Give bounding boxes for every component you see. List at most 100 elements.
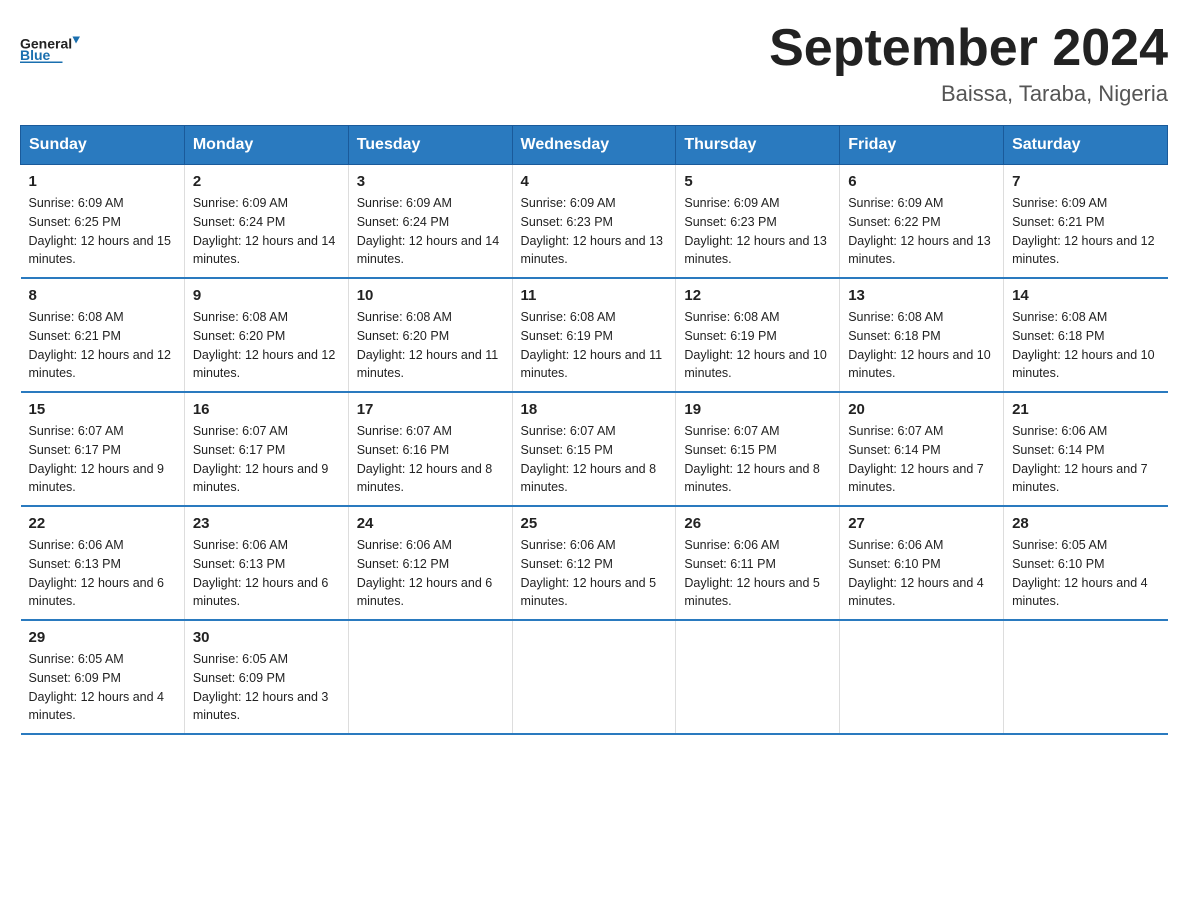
daylight-label: Daylight: 12 hours and 13 minutes.	[684, 234, 826, 267]
day-info: Sunrise: 6:06 AM Sunset: 6:13 PM Dayligh…	[29, 536, 176, 611]
logo: General Blue	[20, 20, 80, 75]
day-info: Sunrise: 6:07 AM Sunset: 6:15 PM Dayligh…	[684, 422, 831, 497]
calendar-cell: 3 Sunrise: 6:09 AM Sunset: 6:24 PM Dayli…	[348, 165, 512, 279]
daylight-label: Daylight: 12 hours and 10 minutes.	[684, 348, 826, 381]
daylight-label: Daylight: 12 hours and 12 minutes.	[29, 348, 171, 381]
calendar-week-1: 1 Sunrise: 6:09 AM Sunset: 6:25 PM Dayli…	[21, 165, 1168, 279]
col-friday: Friday	[840, 126, 1004, 165]
sunset-label: Sunset: 6:10 PM	[848, 557, 940, 571]
calendar-cell	[676, 620, 840, 734]
sunset-label: Sunset: 6:09 PM	[29, 671, 121, 685]
calendar-cell: 15 Sunrise: 6:07 AM Sunset: 6:17 PM Dayl…	[21, 392, 185, 506]
calendar-cell: 18 Sunrise: 6:07 AM Sunset: 6:15 PM Dayl…	[512, 392, 676, 506]
sunrise-label: Sunrise: 6:09 AM	[1012, 196, 1107, 210]
calendar-week-3: 15 Sunrise: 6:07 AM Sunset: 6:17 PM Dayl…	[21, 392, 1168, 506]
col-thursday: Thursday	[676, 126, 840, 165]
daylight-label: Daylight: 12 hours and 6 minutes.	[29, 576, 165, 609]
sunset-label: Sunset: 6:18 PM	[1012, 329, 1104, 343]
calendar-cell: 24 Sunrise: 6:06 AM Sunset: 6:12 PM Dayl…	[348, 506, 512, 620]
day-info: Sunrise: 6:07 AM Sunset: 6:15 PM Dayligh…	[521, 422, 668, 497]
calendar-cell: 22 Sunrise: 6:06 AM Sunset: 6:13 PM Dayl…	[21, 506, 185, 620]
sunset-label: Sunset: 6:25 PM	[29, 215, 121, 229]
sunrise-label: Sunrise: 6:05 AM	[193, 652, 288, 666]
sunrise-label: Sunrise: 6:07 AM	[193, 424, 288, 438]
page-header: General Blue September 2024 Baissa, Tara…	[20, 20, 1168, 107]
day-number: 20	[848, 401, 995, 418]
day-info: Sunrise: 6:05 AM Sunset: 6:09 PM Dayligh…	[193, 650, 340, 725]
day-number: 17	[357, 401, 504, 418]
sunset-label: Sunset: 6:13 PM	[193, 557, 285, 571]
sunrise-label: Sunrise: 6:07 AM	[29, 424, 124, 438]
day-number: 5	[684, 173, 831, 190]
day-info: Sunrise: 6:09 AM Sunset: 6:24 PM Dayligh…	[193, 194, 340, 269]
sunset-label: Sunset: 6:23 PM	[521, 215, 613, 229]
daylight-label: Daylight: 12 hours and 4 minutes.	[29, 690, 165, 723]
day-info: Sunrise: 6:07 AM Sunset: 6:17 PM Dayligh…	[29, 422, 176, 497]
day-number: 9	[193, 287, 340, 304]
calendar-cell: 4 Sunrise: 6:09 AM Sunset: 6:23 PM Dayli…	[512, 165, 676, 279]
sunrise-label: Sunrise: 6:08 AM	[193, 310, 288, 324]
calendar-cell: 20 Sunrise: 6:07 AM Sunset: 6:14 PM Dayl…	[840, 392, 1004, 506]
daylight-label: Daylight: 12 hours and 11 minutes.	[357, 348, 499, 381]
calendar-header-row: Sunday Monday Tuesday Wednesday Thursday…	[21, 126, 1168, 165]
sunset-label: Sunset: 6:24 PM	[357, 215, 449, 229]
page-title: September 2024	[769, 20, 1168, 77]
sunrise-label: Sunrise: 6:09 AM	[193, 196, 288, 210]
sunrise-label: Sunrise: 6:05 AM	[29, 652, 124, 666]
day-number: 26	[684, 515, 831, 532]
sunrise-label: Sunrise: 6:08 AM	[848, 310, 943, 324]
day-number: 16	[193, 401, 340, 418]
day-info: Sunrise: 6:06 AM Sunset: 6:13 PM Dayligh…	[193, 536, 340, 611]
day-number: 11	[521, 287, 668, 304]
calendar-cell: 19 Sunrise: 6:07 AM Sunset: 6:15 PM Dayl…	[676, 392, 840, 506]
day-info: Sunrise: 6:08 AM Sunset: 6:20 PM Dayligh…	[193, 308, 340, 383]
sunrise-label: Sunrise: 6:09 AM	[684, 196, 779, 210]
daylight-label: Daylight: 12 hours and 8 minutes.	[357, 462, 493, 495]
day-info: Sunrise: 6:08 AM Sunset: 6:18 PM Dayligh…	[1012, 308, 1159, 383]
day-number: 27	[848, 515, 995, 532]
calendar-cell: 30 Sunrise: 6:05 AM Sunset: 6:09 PM Dayl…	[184, 620, 348, 734]
sunrise-label: Sunrise: 6:08 AM	[521, 310, 616, 324]
daylight-label: Daylight: 12 hours and 5 minutes.	[521, 576, 657, 609]
day-info: Sunrise: 6:09 AM Sunset: 6:23 PM Dayligh…	[684, 194, 831, 269]
calendar-cell: 27 Sunrise: 6:06 AM Sunset: 6:10 PM Dayl…	[840, 506, 1004, 620]
col-saturday: Saturday	[1004, 126, 1168, 165]
daylight-label: Daylight: 12 hours and 12 minutes.	[1012, 234, 1154, 267]
sunset-label: Sunset: 6:16 PM	[357, 443, 449, 457]
day-number: 19	[684, 401, 831, 418]
sunrise-label: Sunrise: 6:05 AM	[1012, 538, 1107, 552]
sunset-label: Sunset: 6:10 PM	[1012, 557, 1104, 571]
calendar-cell: 23 Sunrise: 6:06 AM Sunset: 6:13 PM Dayl…	[184, 506, 348, 620]
sunrise-label: Sunrise: 6:09 AM	[357, 196, 452, 210]
daylight-label: Daylight: 12 hours and 10 minutes.	[1012, 348, 1154, 381]
col-monday: Monday	[184, 126, 348, 165]
daylight-label: Daylight: 12 hours and 8 minutes.	[684, 462, 820, 495]
sunset-label: Sunset: 6:12 PM	[357, 557, 449, 571]
sunrise-label: Sunrise: 6:08 AM	[357, 310, 452, 324]
day-number: 4	[521, 173, 668, 190]
day-number: 30	[193, 629, 340, 646]
sunrise-label: Sunrise: 6:06 AM	[357, 538, 452, 552]
col-wednesday: Wednesday	[512, 126, 676, 165]
day-number: 8	[29, 287, 176, 304]
sunrise-label: Sunrise: 6:06 AM	[1012, 424, 1107, 438]
sunset-label: Sunset: 6:24 PM	[193, 215, 285, 229]
calendar-cell: 2 Sunrise: 6:09 AM Sunset: 6:24 PM Dayli…	[184, 165, 348, 279]
calendar-cell: 5 Sunrise: 6:09 AM Sunset: 6:23 PM Dayli…	[676, 165, 840, 279]
calendar-cell: 9 Sunrise: 6:08 AM Sunset: 6:20 PM Dayli…	[184, 278, 348, 392]
page-subtitle: Baissa, Taraba, Nigeria	[769, 81, 1168, 107]
calendar-week-5: 29 Sunrise: 6:05 AM Sunset: 6:09 PM Dayl…	[21, 620, 1168, 734]
day-info: Sunrise: 6:08 AM Sunset: 6:19 PM Dayligh…	[684, 308, 831, 383]
day-info: Sunrise: 6:08 AM Sunset: 6:18 PM Dayligh…	[848, 308, 995, 383]
calendar-cell: 16 Sunrise: 6:07 AM Sunset: 6:17 PM Dayl…	[184, 392, 348, 506]
sunrise-label: Sunrise: 6:08 AM	[1012, 310, 1107, 324]
calendar-cell	[1004, 620, 1168, 734]
daylight-label: Daylight: 12 hours and 4 minutes.	[1012, 576, 1148, 609]
sunrise-label: Sunrise: 6:06 AM	[684, 538, 779, 552]
calendar-cell: 25 Sunrise: 6:06 AM Sunset: 6:12 PM Dayl…	[512, 506, 676, 620]
sunset-label: Sunset: 6:11 PM	[684, 557, 776, 571]
day-info: Sunrise: 6:05 AM Sunset: 6:10 PM Dayligh…	[1012, 536, 1159, 611]
daylight-label: Daylight: 12 hours and 10 minutes.	[848, 348, 990, 381]
calendar-cell: 1 Sunrise: 6:09 AM Sunset: 6:25 PM Dayli…	[21, 165, 185, 279]
daylight-label: Daylight: 12 hours and 3 minutes.	[193, 690, 329, 723]
